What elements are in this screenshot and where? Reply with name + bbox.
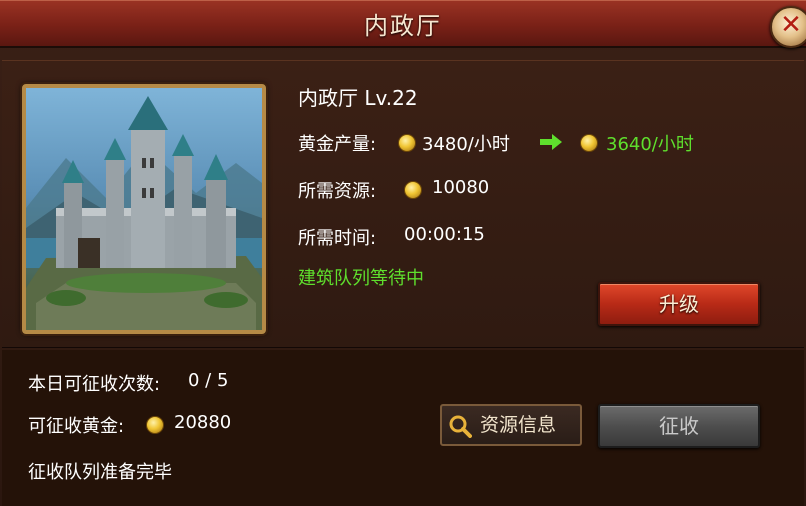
arrow-right-icon xyxy=(540,134,562,150)
gold-coin-icon xyxy=(398,134,416,152)
close-icon: ✕ xyxy=(780,10,802,40)
gold-production-label: 黄金产量: xyxy=(298,134,377,155)
dialog-frame: 内政厅 ✕ 内政厅 Lv.22 黄金产量: 3480/小时 3640/小时 所需… xyxy=(0,0,806,506)
gold-production-current: 3480/小时 xyxy=(422,134,510,155)
building-name-level: 内政厅 Lv.22 xyxy=(298,86,418,110)
castle-illustration xyxy=(26,96,262,330)
window-title: 内政厅 xyxy=(364,12,442,40)
magnifier-icon xyxy=(449,415,472,438)
levy-gold-label: 可征收黄金: xyxy=(28,416,125,437)
build-queue-status: 建筑队列等待中 xyxy=(298,268,424,289)
levy-queue-status: 征收队列准备完毕 xyxy=(28,462,172,483)
required-resources-value: 10080 xyxy=(432,177,490,198)
close-button[interactable]: ✕ xyxy=(770,6,806,48)
required-resources-label: 所需资源: xyxy=(298,181,377,202)
upgrade-button[interactable]: 升级 xyxy=(598,282,760,326)
collect-button[interactable]: 征收 xyxy=(598,404,760,448)
required-time-value: 00:00:15 xyxy=(404,224,485,245)
levy-count-label: 本日可征收次数: xyxy=(28,374,161,395)
gold-coin-icon xyxy=(146,416,164,434)
gold-coin-icon xyxy=(580,134,598,152)
gold-coin-icon xyxy=(404,181,422,199)
resource-info-label: 资源信息 xyxy=(480,414,557,436)
title-bar: 内政厅 xyxy=(0,0,806,48)
levy-gold-value: 20880 xyxy=(174,412,232,433)
gold-production-next: 3640/小时 xyxy=(606,134,694,155)
resource-info-button[interactable]: 资源信息 xyxy=(440,404,582,446)
building-portrait xyxy=(22,84,266,334)
required-time-label: 所需时间: xyxy=(298,228,377,249)
levy-count-value: 0 / 5 xyxy=(188,370,229,391)
